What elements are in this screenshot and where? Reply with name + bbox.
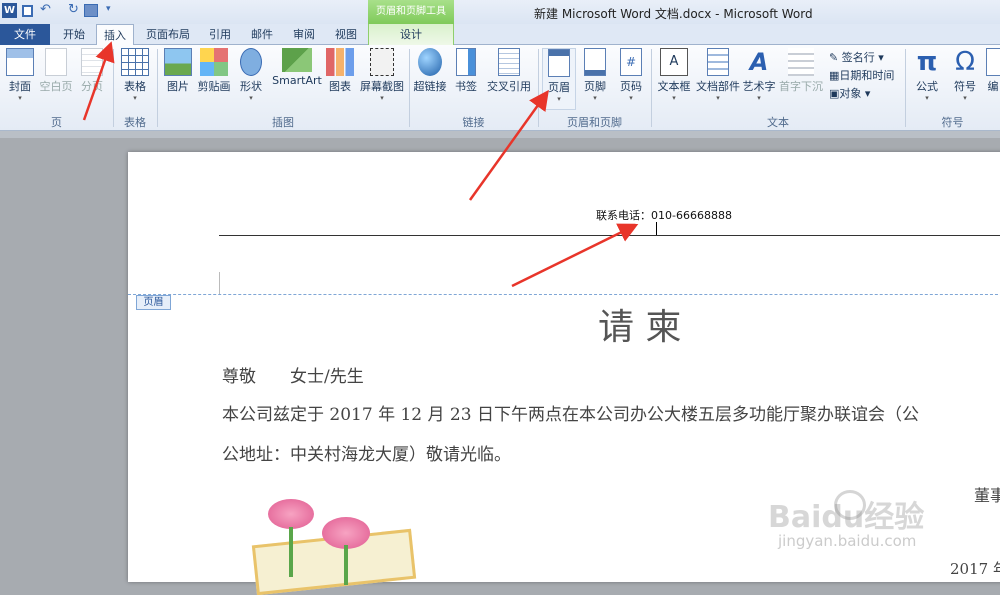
arrow-to-header-text [511,223,639,288]
arrow-to-insert-tab [82,41,115,121]
arrow-to-header-button [468,89,549,201]
annotation-arrows [82,41,639,288]
